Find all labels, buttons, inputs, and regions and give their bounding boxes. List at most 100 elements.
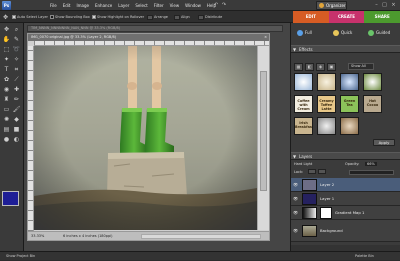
arrange-option[interactable]: Arrange [147,14,168,20]
redo-icon[interactable]: ↷ [221,3,227,8]
lock-transparency-icon[interactable] [308,169,316,174]
type-tool-icon[interactable]: T [2,66,11,74]
effect-thumb-3[interactable] [340,73,359,91]
effect-hot-cocoa[interactable]: Hot Cocoa [363,95,382,113]
effect-creamy-toffee-latte[interactable]: Creamy Toffee Latte [317,95,336,113]
visibility-eye-icon[interactable]: 👁 [293,182,299,187]
effect-thumb-4[interactable] [363,73,382,91]
canvas-photo[interactable] [34,46,257,230]
red-eye-tool-icon[interactable]: ◉ [2,86,11,94]
effect-irish-breakfast[interactable]: Irish Breakfast [294,117,313,135]
smart-brush-tool-icon[interactable]: ✺ [2,116,11,124]
layer-styles-button[interactable]: ◧ [305,63,314,71]
highlight-option[interactable]: Show Highlight on Rollover [92,14,144,20]
vertical-scrollbar[interactable] [257,46,269,230]
marquee-tool-icon[interactable]: ⬚ [2,46,11,54]
all-effects-button[interactable]: ▣ [327,63,336,71]
distribute-option[interactable]: Distribute [198,14,222,20]
maximize-icon[interactable]: □ [381,2,388,8]
document-tab[interactable]: TIM_NNNN_NNNNNNN_NAN_NNN @ 33.3% (RGB/8) [27,25,283,32]
tab-full[interactable]: Full [297,27,312,39]
filters-button[interactable]: ▦ [294,63,303,71]
menu-edit[interactable]: Edit [60,0,74,11]
tab-guided[interactable]: Guided [368,27,390,39]
app-logo: Ps [2,1,11,10]
zoom-level[interactable]: 33.33% [31,232,44,240]
healing-brush-tool-icon[interactable]: ✚ [12,86,21,94]
close-document-icon[interactable]: × [264,34,267,41]
tab-share[interactable]: SHARE [364,11,400,23]
visibility-eye-icon[interactable]: 👁 [293,228,299,233]
opacity-field[interactable]: 66% [365,162,377,166]
hand-tool-icon[interactable]: ✋ [2,36,11,44]
minimize-icon[interactable]: – [373,2,380,8]
effect-green-tea[interactable]: Green Tea [340,95,359,113]
lock-all-icon[interactable] [318,169,326,174]
menu-layer[interactable]: Layer [115,0,132,11]
cookie-cutter-tool-icon[interactable]: ✿ [2,76,11,84]
layer-row-layer-1[interactable]: 👁 Layer 1 [291,192,400,206]
organizer-button[interactable]: Organizer [316,1,347,10]
distribute-label: Distribute [205,15,223,19]
visibility-eye-icon[interactable]: 👁 [293,196,299,201]
menu-filter[interactable]: Filter [151,0,167,11]
effect-thumb-1[interactable] [294,73,313,91]
photo-effects-button[interactable]: ◈ [316,63,325,71]
layer-row-background[interactable]: 👁 Background [291,220,400,242]
effect-thumb-11[interactable] [340,117,359,135]
crop-tool-icon[interactable]: ⌗ [12,66,21,74]
menu-window[interactable]: Window [182,0,204,11]
straighten-tool-icon[interactable]: ⟋ [12,76,21,84]
effect-thumb-2[interactable] [317,73,336,91]
shape-tool-icon[interactable]: ■ [12,126,21,134]
lasso-tool-icon[interactable]: ➰ [12,46,21,54]
vertical-scroll-thumb[interactable] [260,71,267,191]
pencil-tool-icon[interactable]: ✏ [12,96,21,104]
undo-icon[interactable]: ↶ [213,3,219,8]
close-window-icon[interactable]: × [390,2,397,8]
tab-edit[interactable]: EDIT [293,11,329,23]
bounding-box-option[interactable]: Show Bounding Box [50,14,90,20]
move-tool-icon[interactable]: ✥ [2,26,11,34]
menu-select[interactable]: Select [132,0,150,11]
menu-enhance[interactable]: Enhance [92,0,115,11]
layer-row-layer-2[interactable]: 👁 Layer 2 [291,178,400,192]
menu-image[interactable]: Image [73,0,92,11]
menu-file[interactable]: File [47,0,60,11]
tab-quick[interactable]: Quick [333,27,352,39]
horizontal-scrollbar[interactable] [141,234,261,239]
clone-stamp-tool-icon[interactable]: ♜ [2,96,11,104]
effect-thumb-10[interactable] [317,117,336,135]
visibility-eye-icon[interactable]: 👁 [293,210,299,215]
magic-wand-tool-icon[interactable]: ✦ [2,56,11,64]
bounding-box-checkbox[interactable] [50,15,54,19]
quick-selection-tool-icon[interactable]: ✧ [12,56,21,64]
document-info[interactable]: 6 inches x 4 inches (180ppi) [63,232,113,240]
layer-row-gradient-map[interactable]: 👁 Gradient Map 1 [291,206,400,220]
layers-filter-field[interactable] [349,170,394,175]
distribute-icon [198,14,204,20]
layers-panel-header[interactable]: ▼ Layers [291,152,400,160]
apply-effect-button[interactable]: Apply [373,139,395,146]
align-option[interactable]: Align [174,14,190,20]
zoom-tool-icon[interactable]: ⌕ [12,26,21,34]
effects-panel-header[interactable]: ▼ Effects [291,45,400,53]
document-titlebar[interactable]: IMG_0070 original.jpg @ 33.3% (Layer 2, … [28,34,269,41]
effect-coffee-with-cream[interactable]: Coffee with Cream [294,95,313,113]
auto-select-checkbox[interactable] [12,15,16,19]
menu-view[interactable]: View [167,0,183,11]
blend-mode-select[interactable]: Hard Light [294,162,312,166]
eyedropper-tool-icon[interactable]: ✎ [12,36,21,44]
collapse-triangle-icon: ▼ [293,47,297,52]
tab-create[interactable]: CREATE [328,11,365,23]
foreground-color-swatch[interactable] [2,191,19,206]
sponge-tool-icon[interactable]: ◐ [12,136,21,144]
brush-tool-icon[interactable]: 🖌 [12,106,21,114]
highlight-checkbox[interactable] [92,15,96,19]
effects-category-select[interactable]: Show All [348,63,374,70]
paint-bucket-tool-icon[interactable]: ◆ [12,116,21,124]
blur-tool-icon[interactable]: ● [2,136,11,144]
eraser-tool-icon[interactable]: ▭ [2,106,11,114]
gradient-tool-icon[interactable]: ▤ [2,126,11,134]
auto-select-option[interactable]: Auto Select Layer [12,14,48,20]
